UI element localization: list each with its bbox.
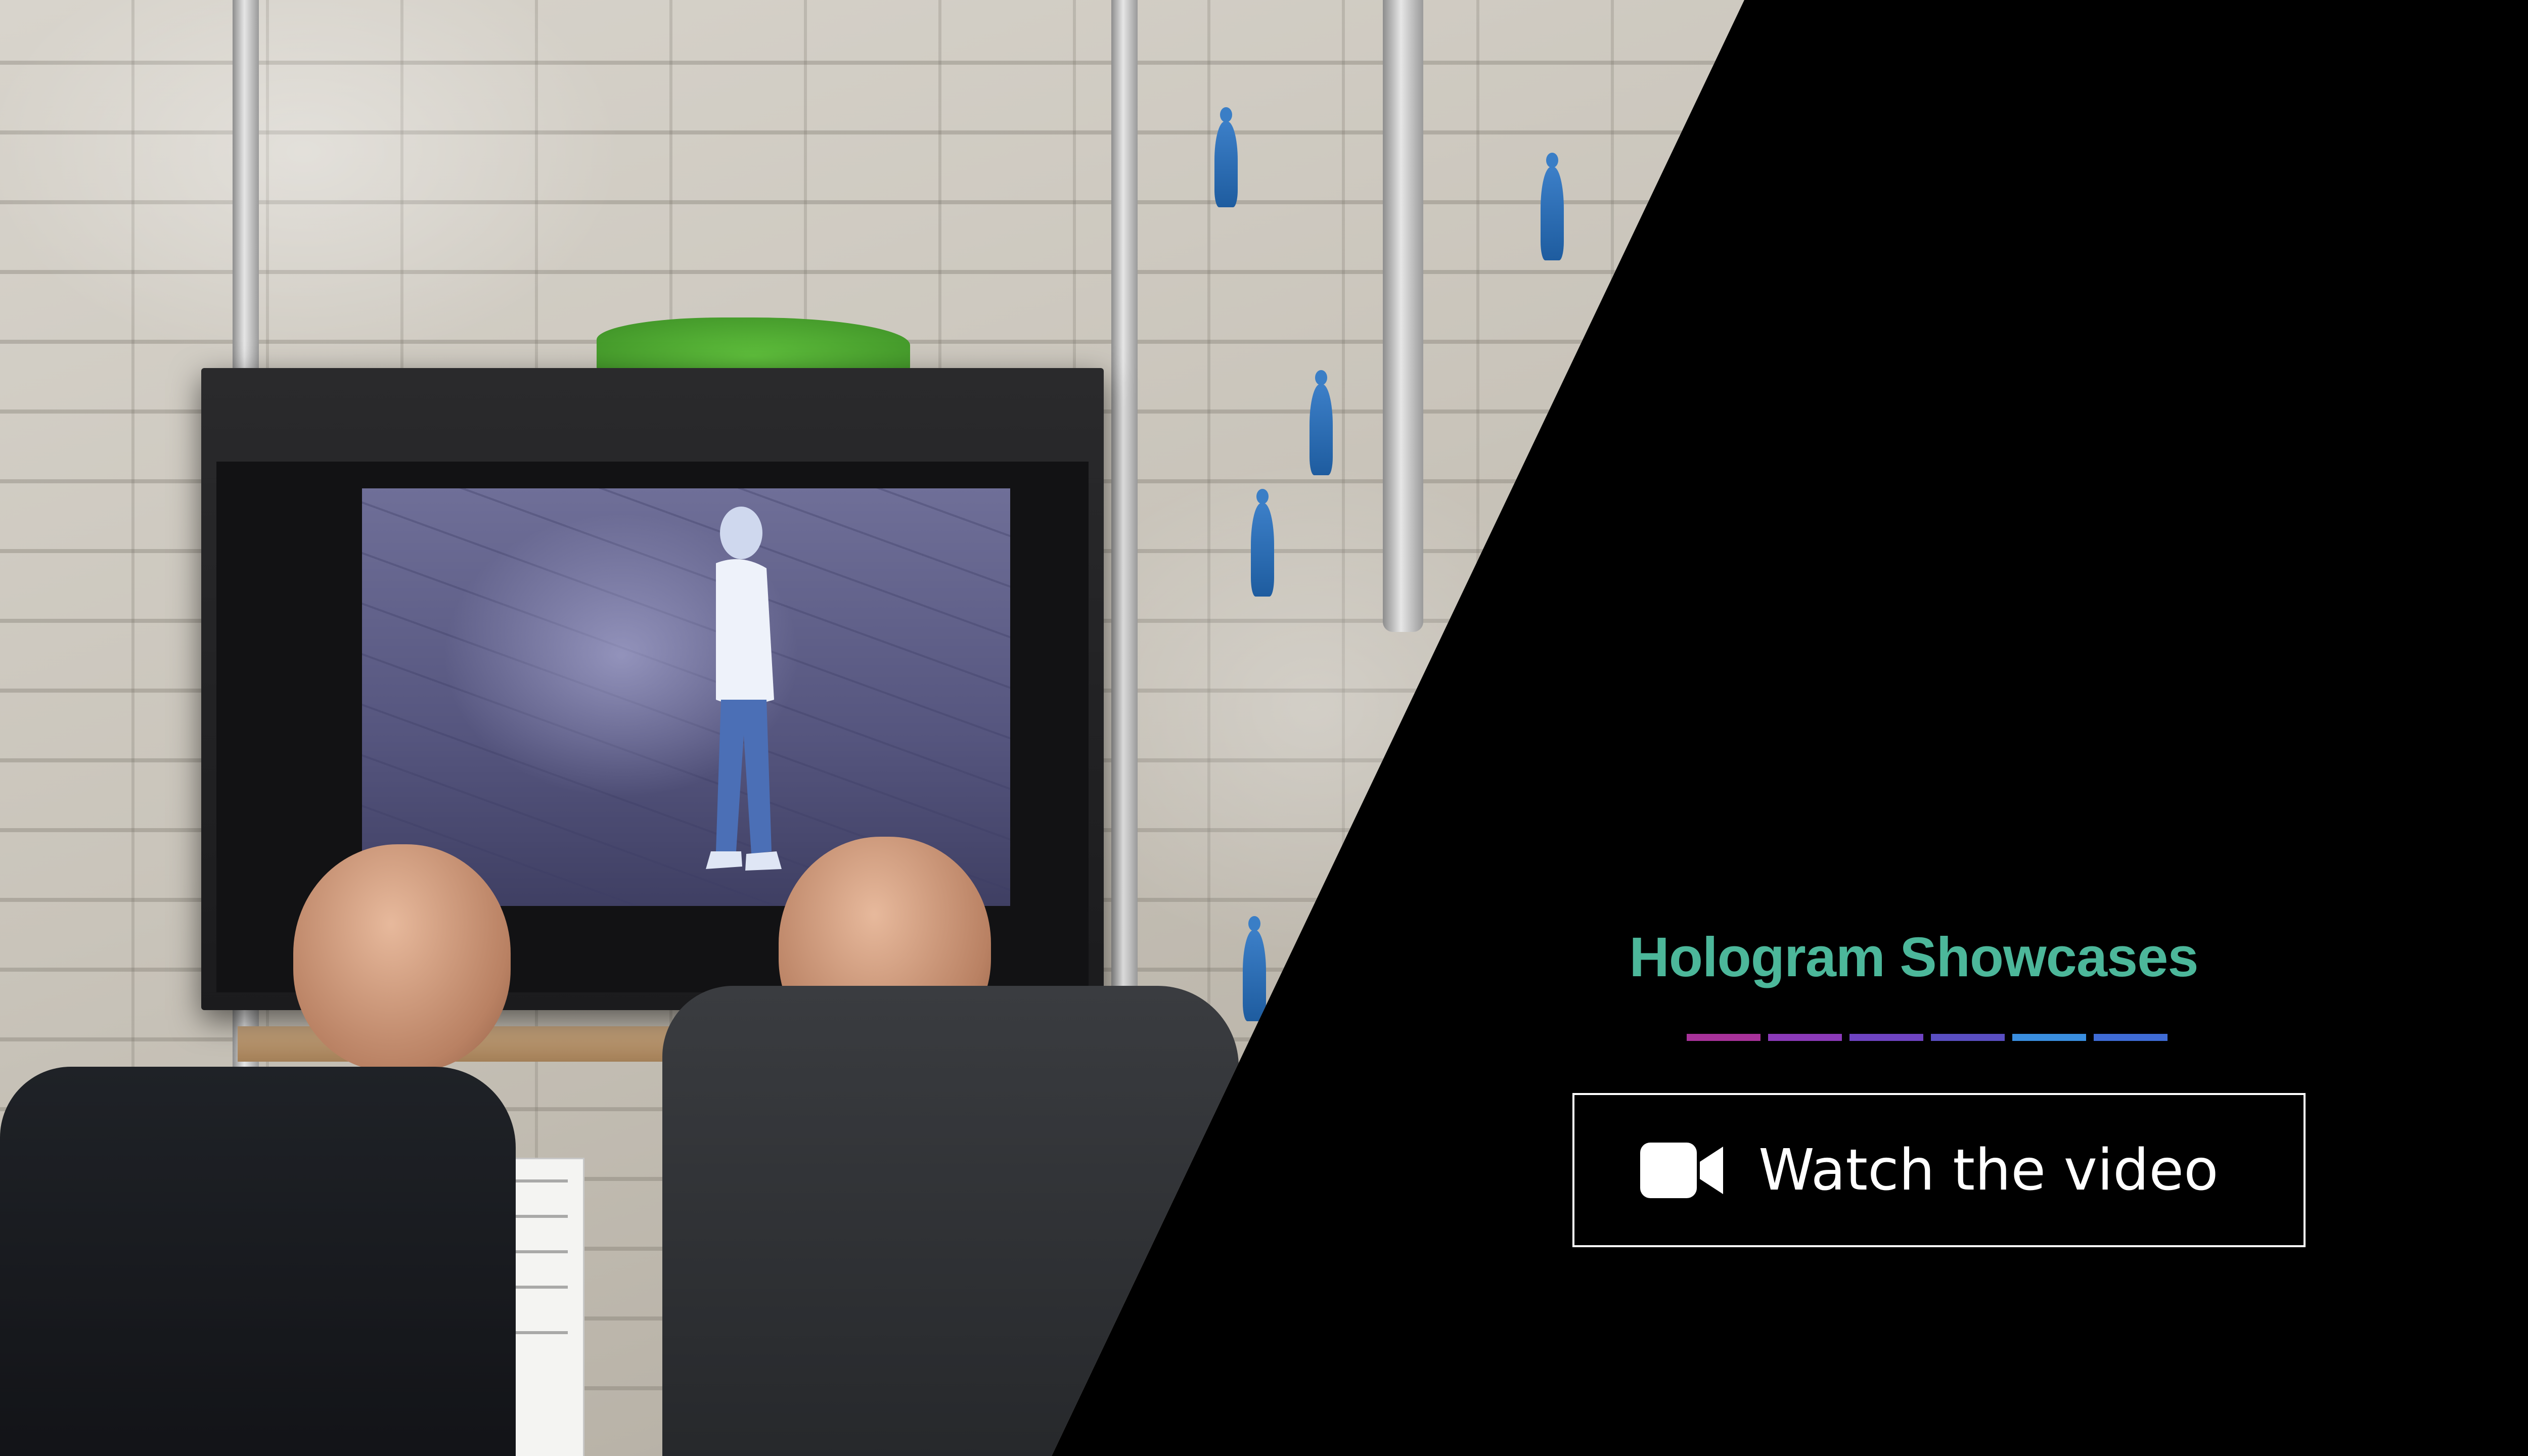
viewer-head: [293, 844, 511, 1072]
drain-pipe: [1383, 0, 1423, 632]
watch-video-button[interactable]: Watch the video: [1572, 1093, 2306, 1247]
metal-pipe: [1111, 0, 1138, 1011]
divider-segment: [2094, 1034, 2168, 1041]
divider-segment: [2012, 1034, 2086, 1041]
blue-figurine: [1243, 916, 1266, 1021]
viewer-shirt: [662, 986, 1239, 1456]
presentation-slide: Hologram Showcases Watch the video: [0, 0, 2528, 1456]
hologram-person-figure: [706, 507, 782, 871]
divider-segment: [1849, 1034, 1923, 1041]
blue-figurine: [1251, 489, 1274, 597]
blue-figurine: [1541, 153, 1564, 260]
video-camera-icon: [1640, 1142, 1723, 1198]
blue-figurine: [1214, 107, 1238, 207]
blue-figurine: [1310, 370, 1333, 475]
divider-segment: [1768, 1034, 1842, 1041]
viewer-jacket: [0, 1067, 516, 1456]
watch-video-label: Watch the video: [1758, 1137, 2219, 1203]
divider-segment: [1687, 1034, 1760, 1041]
slide-title: Hologram Showcases: [1629, 926, 2198, 988]
divider-segment: [1931, 1034, 2005, 1041]
color-divider: [1687, 1034, 2168, 1041]
green-cloth: [597, 317, 910, 373]
